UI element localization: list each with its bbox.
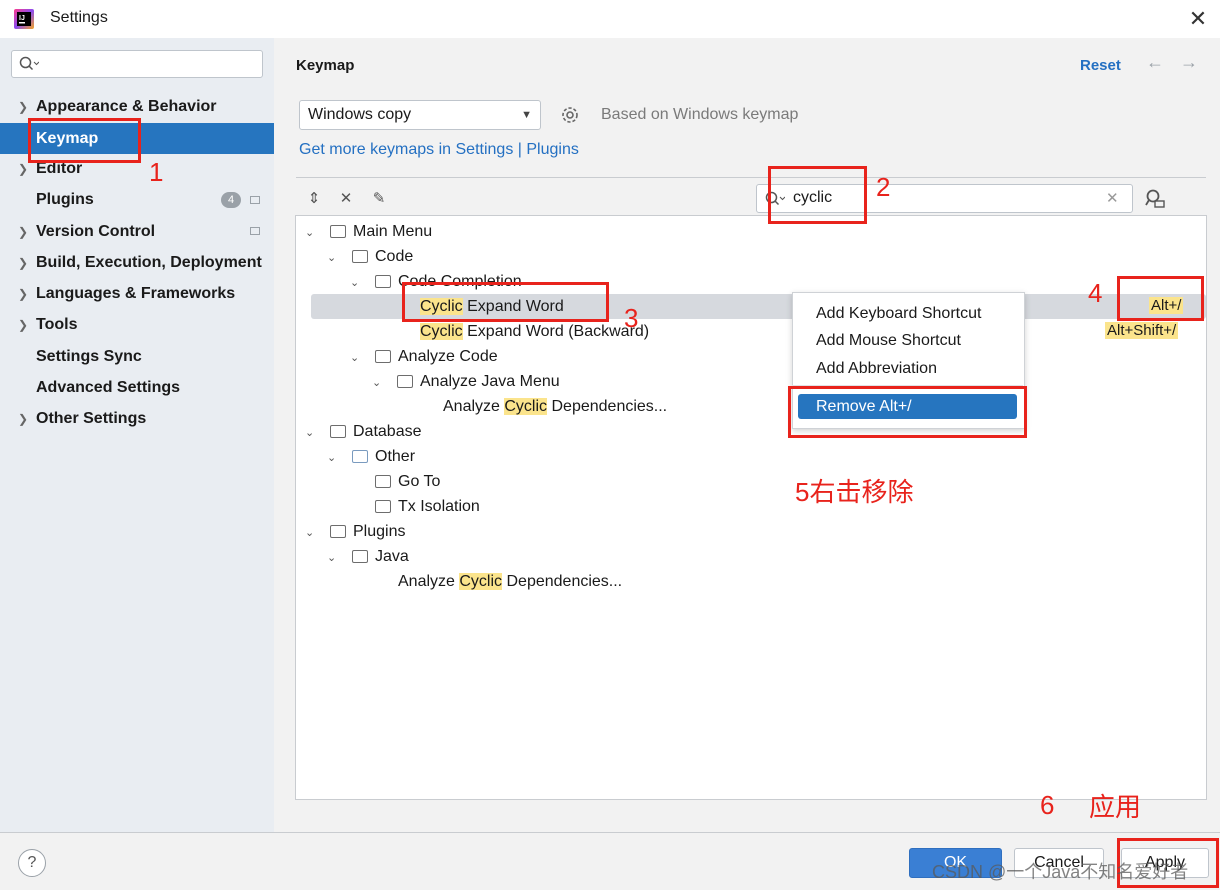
tree-item-tx-isolation[interactable]: Tx Isolation — [398, 498, 480, 516]
annotation-box-remove — [788, 386, 1027, 438]
forward-arrow-icon[interactable]: → — [1180, 52, 1198, 73]
project-settings-icon — [250, 227, 260, 235]
chevron-down-icon[interactable]: ⌄ — [305, 426, 314, 439]
keymap-select[interactable]: Windows copy ▼ — [299, 100, 541, 130]
tree-item-java[interactable]: Java — [375, 548, 409, 566]
annotation-box-action — [402, 282, 609, 322]
chevron-down-icon[interactable]: ⌄ — [305, 526, 314, 539]
chevron-right-icon: ❯ — [18, 412, 29, 426]
tree-item-analyze-code[interactable]: Analyze Code — [398, 348, 498, 366]
chevron-down-icon[interactable]: ⌄ — [305, 226, 314, 239]
menu-item-add-keyboard-shortcut[interactable]: Add Keyboard Shortcut — [816, 305, 981, 323]
title-bar — [0, 0, 1220, 38]
chevron-down-icon[interactable]: ⌄ — [327, 451, 336, 464]
search-icon — [19, 56, 39, 71]
tree-item-cyclic-expand-word-backward[interactable]: Cyclic Expand Word (Backward) — [420, 323, 649, 341]
footer-divider — [0, 832, 1220, 833]
gear-icon[interactable] — [559, 104, 581, 126]
close-window-button[interactable]: ✕ — [1186, 6, 1210, 32]
folder-icon — [352, 550, 368, 563]
sidebar-item-settings-sync[interactable]: Settings Sync — [0, 342, 274, 372]
folder-icon — [330, 525, 346, 538]
folder-icon — [375, 275, 391, 288]
tree-item-plugins[interactable]: Plugins — [353, 523, 405, 541]
edit-pencil-icon[interactable]: ✎ — [368, 188, 390, 210]
annotation-box-shortcut — [1117, 276, 1204, 321]
chevron-right-icon: ❯ — [18, 256, 29, 270]
folder-icon — [375, 350, 391, 363]
watermark-text: CSDN @一个Java不知名爱好者 — [932, 862, 1189, 882]
folder-icon — [330, 425, 346, 438]
tree-item-analyze-cyclic-dependencies-java[interactable]: Analyze Cyclic Dependencies... — [398, 573, 622, 591]
folder-icon — [375, 500, 391, 513]
annotation-step-2: 2 — [876, 172, 891, 202]
help-button[interactable]: ? — [18, 849, 46, 877]
page-title: Keymap — [296, 57, 355, 74]
annotation-box-search — [768, 166, 867, 224]
chevron-right-icon: ❯ — [18, 100, 29, 114]
chevron-down-icon[interactable]: ⌄ — [372, 376, 381, 389]
sidebar-item-tools[interactable]: ❯ Tools — [0, 310, 274, 340]
settings-search-input[interactable] — [11, 50, 263, 78]
annotation-step-1: 1 — [149, 157, 164, 187]
dropdown-arrow-icon: ▼ — [521, 109, 532, 121]
menu-item-add-abbreviation[interactable]: Add Abbreviation — [816, 360, 937, 378]
annotation-apply-label: 应用 — [1089, 792, 1142, 822]
chevron-down-icon[interactable]: ⌄ — [350, 276, 359, 289]
menu-item-add-mouse-shortcut[interactable]: Add Mouse Shortcut — [816, 332, 961, 350]
expand-all-icon[interactable]: ⇕ — [303, 188, 325, 210]
folder-icon — [352, 250, 368, 263]
other-group-icon — [352, 450, 368, 463]
annotation-step-6: 6 — [1040, 790, 1055, 820]
plugins-count-badge: 4 — [221, 192, 241, 208]
tree-item-database[interactable]: Database — [353, 423, 422, 441]
menu-group-icon — [330, 225, 346, 238]
chevron-right-icon: ❯ — [18, 162, 29, 176]
intellij-logo-icon: IJ — [14, 9, 34, 29]
chevron-down-icon[interactable]: ⌄ — [327, 551, 336, 564]
tree-item-analyze-cyclic-dependencies[interactable]: Analyze Cyclic Dependencies... — [443, 398, 667, 416]
folder-icon — [397, 375, 413, 388]
project-settings-icon — [250, 196, 260, 204]
annotation-box-keymap — [28, 118, 141, 163]
based-on-text: Based on Windows keymap — [601, 106, 799, 123]
find-by-shortcut-icon[interactable] — [1144, 188, 1166, 210]
tree-item-main-menu[interactable]: Main Menu — [353, 223, 432, 241]
folder-icon — [375, 475, 391, 488]
chevron-right-icon: ❯ — [18, 287, 29, 301]
chevron-down-icon[interactable]: ⌄ — [350, 351, 359, 364]
sidebar-item-version-control[interactable]: ❯ Version Control — [0, 217, 274, 247]
shortcut-badge: Alt+Shift+/ — [1105, 322, 1179, 339]
sidebar-item-other-settings[interactable]: ❯ Other Settings — [0, 404, 274, 434]
back-arrow-icon[interactable]: ← — [1146, 52, 1164, 73]
annotation-step-5: 5右击移除 — [795, 477, 914, 507]
sidebar-item-languages[interactable]: ❯ Languages & Frameworks — [0, 279, 274, 309]
divider — [296, 177, 1206, 178]
window-title: Settings — [50, 9, 108, 26]
tree-item-other[interactable]: Other — [375, 448, 415, 466]
tree-item-analyze-java-menu[interactable]: Analyze Java Menu — [420, 373, 560, 391]
more-keymaps-link[interactable]: Get more keymaps in Settings | Plugins — [299, 141, 579, 159]
tree-item-code[interactable]: Code — [375, 248, 413, 266]
tree-item-go-to[interactable]: Go To — [398, 473, 440, 491]
annotation-step-3: 3 — [624, 303, 639, 333]
annotation-step-4: 4 — [1088, 278, 1103, 308]
clear-search-icon[interactable]: ✕ — [1106, 189, 1119, 207]
sidebar-item-advanced-settings[interactable]: Advanced Settings — [0, 373, 274, 403]
chevron-right-icon: ❯ — [18, 225, 29, 239]
collapse-all-icon[interactable]: ✕ — [335, 188, 357, 210]
chevron-down-icon[interactable]: ⌄ — [327, 251, 336, 264]
svg-text:IJ: IJ — [19, 15, 25, 22]
sidebar-item-build[interactable]: ❯ Build, Execution, Deployment — [0, 248, 274, 278]
chevron-right-icon: ❯ — [18, 318, 29, 332]
reset-link[interactable]: Reset — [1080, 57, 1121, 74]
